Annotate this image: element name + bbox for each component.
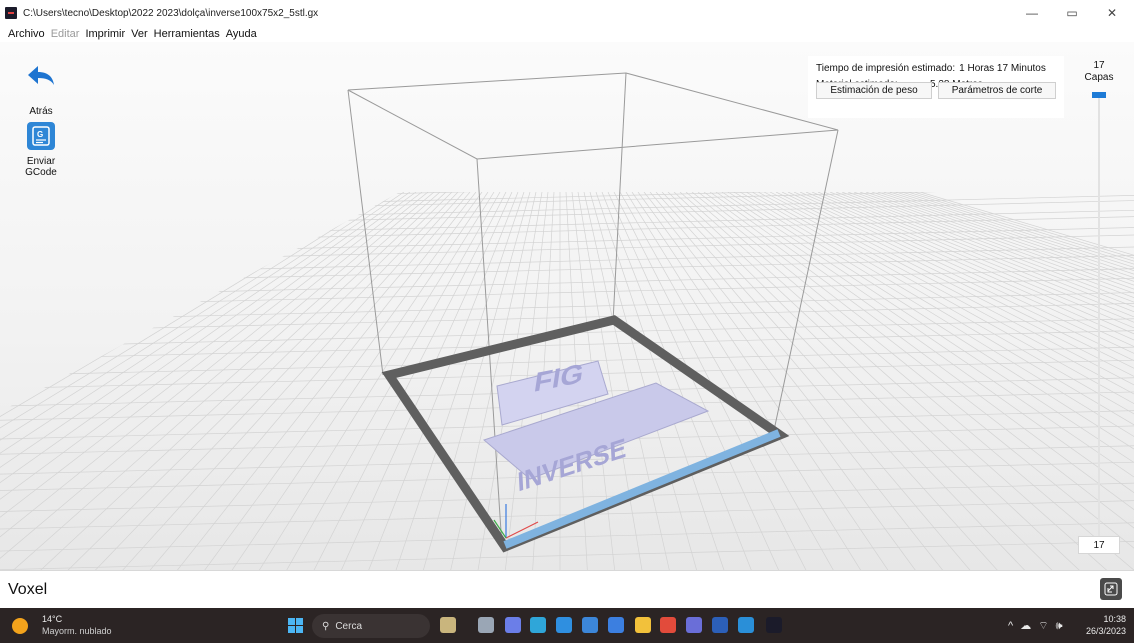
send-label-line1: Enviar bbox=[26, 156, 56, 167]
menu-ver[interactable]: Ver bbox=[131, 28, 148, 40]
weather-desc: Mayorm. nublado bbox=[42, 626, 112, 636]
layer-max-value: 17 bbox=[1093, 60, 1105, 71]
send-label-line2: GCode bbox=[25, 167, 57, 178]
widgets-icon[interactable] bbox=[440, 617, 456, 633]
menu-bar: Archivo Editar Imprimir Ver Herramientas… bbox=[0, 26, 1134, 42]
menu-ayuda[interactable]: Ayuda bbox=[226, 28, 257, 40]
layer-current-input[interactable]: 17 bbox=[1078, 536, 1120, 554]
app-logo-icon bbox=[5, 7, 17, 19]
taskbar-search[interactable]: ⚲ Cerca bbox=[312, 614, 430, 638]
search-placeholder: Cerca bbox=[335, 620, 363, 632]
clock-date[interactable]: 26/3/2023 bbox=[1080, 626, 1126, 636]
store-icon[interactable] bbox=[582, 617, 598, 633]
edge-icon[interactable] bbox=[530, 617, 546, 633]
maximize-button[interactable]: ▭ bbox=[1052, 0, 1092, 26]
print-time-label: Tiempo de impresión estimado: bbox=[816, 62, 956, 74]
calendar-icon[interactable] bbox=[608, 617, 624, 633]
weather-icon[interactable] bbox=[12, 618, 28, 634]
status-text: Voxel bbox=[8, 581, 48, 598]
menu-archivo[interactable]: Archivo bbox=[8, 28, 45, 40]
svg-text:G: G bbox=[37, 130, 43, 139]
menu-editar[interactable]: Editar bbox=[51, 28, 80, 40]
system-tray-icons[interactable]: ^ ☁ ⌔ 🕪 bbox=[1008, 619, 1065, 633]
layer-label: Capas bbox=[1084, 72, 1114, 83]
meet-icon[interactable] bbox=[505, 617, 521, 633]
flashprint-icon[interactable] bbox=[766, 617, 782, 633]
link-icon[interactable] bbox=[1100, 578, 1122, 600]
clock-time[interactable]: 10:38 bbox=[1086, 614, 1126, 624]
weight-estimate-button[interactable]: Estimación de peso bbox=[816, 82, 932, 99]
back-button[interactable]: Atrás bbox=[16, 64, 66, 117]
teams-icon[interactable] bbox=[686, 617, 702, 633]
send-gcode-button[interactable]: G Enviar GCode bbox=[16, 122, 66, 178]
word-icon[interactable] bbox=[712, 617, 728, 633]
chrome-icon[interactable] bbox=[660, 617, 676, 633]
build-volume-scene: FIG INVERSE bbox=[0, 72, 1134, 570]
close-button[interactable]: ✕ bbox=[1092, 0, 1132, 26]
task-view-icon[interactable] bbox=[478, 617, 494, 633]
windows-start-icon[interactable] bbox=[288, 618, 303, 633]
title-bar: C:\Users\tecno\Desktop\2022 2023\dolça\i… bbox=[0, 0, 1134, 26]
menu-imprimir[interactable]: Imprimir bbox=[85, 28, 125, 40]
app-icon[interactable] bbox=[738, 617, 754, 633]
print-time-value: 1 Horas 17 Minutos bbox=[959, 62, 1046, 74]
minimize-button[interactable]: — bbox=[1012, 0, 1052, 26]
viewport-3d[interactable]: FIG INVERSE Atrás G Enviar GCode Tiempo … bbox=[0, 42, 1134, 570]
explorer-icon[interactable] bbox=[635, 617, 651, 633]
back-arrow-icon bbox=[28, 66, 54, 85]
weather-temp: 14°C bbox=[42, 614, 63, 624]
slice-parameters-button[interactable]: Parámetros de corte bbox=[938, 82, 1056, 99]
search-icon: ⚲ bbox=[322, 620, 330, 632]
menu-herramientas[interactable]: Herramientas bbox=[154, 28, 220, 40]
gcode-icon: G bbox=[27, 122, 55, 150]
window-title: C:\Users\tecno\Desktop\2022 2023\dolça\i… bbox=[23, 7, 319, 19]
build-plate-grid bbox=[0, 192, 1134, 570]
status-bar: Voxel bbox=[0, 570, 1134, 608]
taskbar: 14°C Mayorm. nublado ⚲ Cerca ^ ☁ ⌔ 🕪 10:… bbox=[0, 608, 1134, 643]
mail-icon[interactable] bbox=[556, 617, 572, 633]
back-label: Atrás bbox=[29, 106, 53, 117]
layer-slider-track[interactable] bbox=[1098, 98, 1100, 538]
